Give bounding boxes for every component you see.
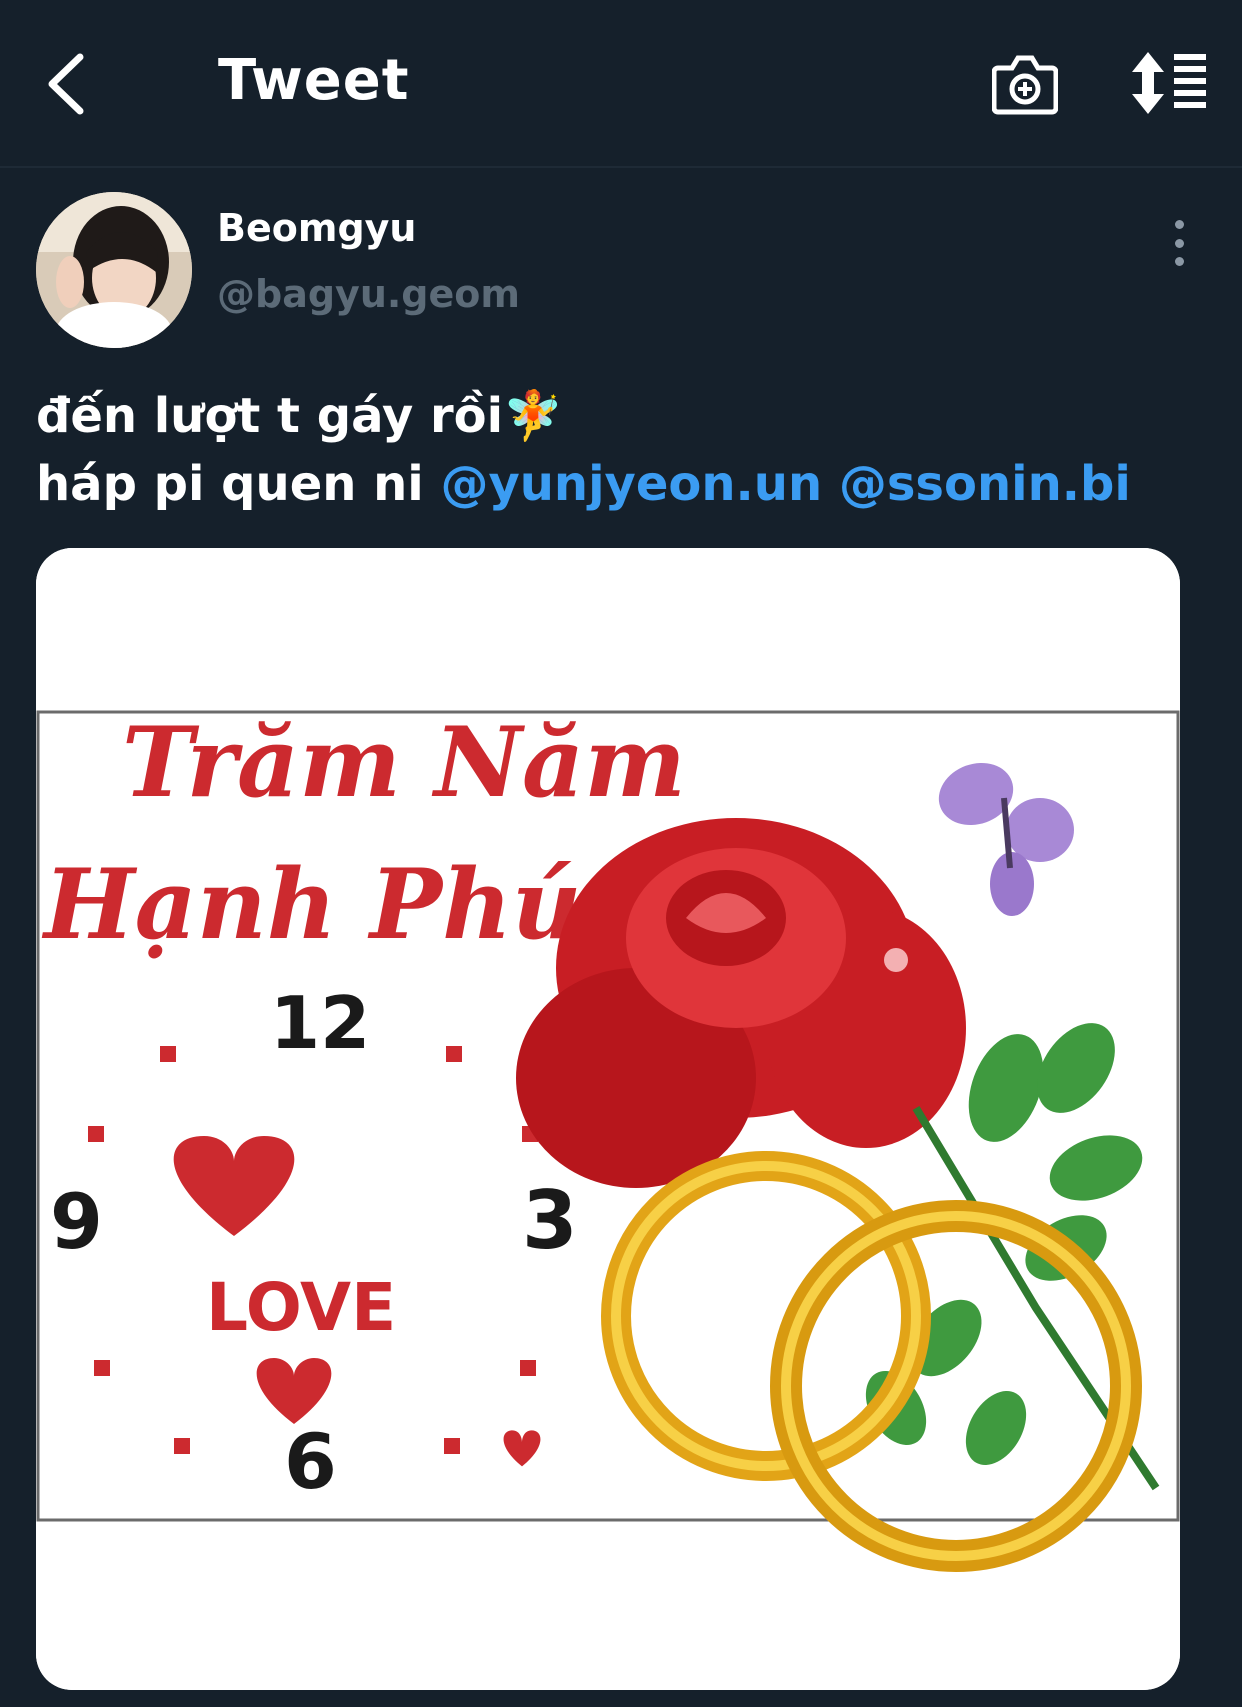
top-bar: Tweet [0,0,1242,168]
mention-link[interactable]: @ssonin.bi [839,456,1131,512]
image-title-line-2: Hạnh Phúc [41,848,640,961]
love-text: LOVE [206,1269,396,1346]
author-name[interactable]: Beomgyu [217,206,416,250]
tweet-line-2: háp pi quen ni @yunjyeon.un @ssonin.bi [36,450,1131,518]
avatar[interactable] [36,192,192,348]
clock-number-6: 6 [284,1417,337,1506]
tweet-text: đến lượt t gáy rồi🧚 háp pi quen ni @yunj… [36,382,1131,518]
sort-lines-icon [1132,52,1206,114]
tweet-line-1-text: đến lượt t gáy rồi [36,388,504,444]
camera-plus-icon [991,55,1059,115]
more-dot [1174,220,1184,229]
cross-stitch-image: Trăm Năm Hạnh Phúc 12 3 6 9 LOVE [36,548,1180,1690]
tweet-image[interactable]: Trăm Năm Hạnh Phúc 12 3 6 9 LOVE [36,548,1180,1690]
camera-button[interactable] [991,48,1059,116]
back-arrow-icon [48,53,84,115]
clock-number-3: 3 [522,1174,578,1267]
image-title-line-1: Trăm Năm [122,706,686,819]
more-dot [1174,238,1184,248]
more-options-button[interactable] [1166,220,1192,266]
more-dot [1174,257,1184,266]
clock-number-12: 12 [270,981,370,1065]
tweet-line-2-text: háp pi quen ni [36,456,441,512]
avatar-photo [36,192,192,348]
tweet-line-1: đến lượt t gáy rồi🧚 [36,382,1131,450]
mention-link[interactable]: @yunjyeon.un [440,456,822,512]
fairy-emoji-icon: 🧚 [503,388,563,444]
sort-button[interactable] [1130,52,1210,114]
clock-number-9: 9 [50,1177,103,1266]
author-handle[interactable]: @bagyu.geom [217,272,520,316]
back-button[interactable] [40,50,92,118]
page-title: Tweet [218,48,410,113]
